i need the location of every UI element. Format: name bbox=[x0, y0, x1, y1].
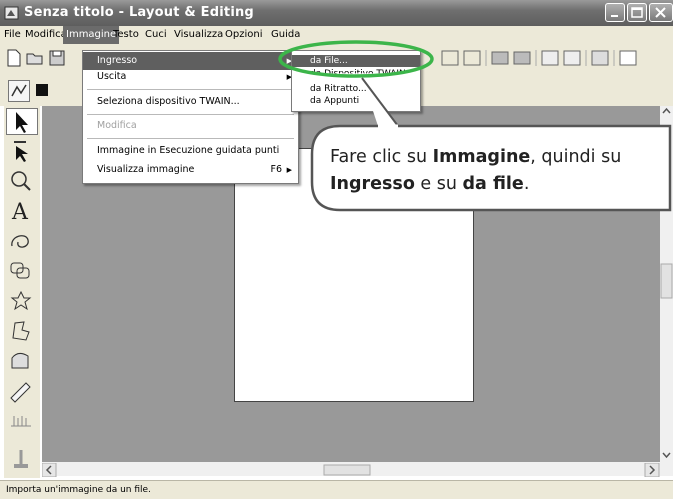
menu-cuci[interactable]: Cuci bbox=[142, 26, 170, 44]
maximize-icon bbox=[631, 7, 643, 18]
tool-palette: A bbox=[4, 106, 40, 478]
menu-separator bbox=[87, 114, 294, 115]
shape-tool[interactable] bbox=[6, 258, 38, 285]
point-edit-tool[interactable] bbox=[6, 138, 38, 165]
select-arrow-icon bbox=[16, 112, 28, 133]
stitch-icon bbox=[11, 416, 31, 427]
zoom-icon bbox=[11, 171, 31, 191]
close-icon bbox=[655, 7, 666, 18]
open-button[interactable] bbox=[25, 48, 45, 68]
minimize-button[interactable] bbox=[605, 3, 625, 22]
line-icon bbox=[11, 84, 27, 97]
open-icon bbox=[26, 53, 43, 65]
text-tool[interactable]: A bbox=[6, 198, 38, 225]
maximize-button[interactable] bbox=[627, 3, 647, 22]
measure-tool[interactable] bbox=[6, 378, 38, 405]
minimize-icon bbox=[611, 15, 618, 17]
shape-icon bbox=[10, 262, 30, 279]
line-type-button[interactable] bbox=[8, 80, 30, 102]
manual-punch-tool[interactable] bbox=[6, 348, 38, 375]
menu-separator bbox=[87, 89, 294, 90]
color-button[interactable] bbox=[32, 80, 52, 100]
zoom-tool[interactable] bbox=[6, 168, 38, 195]
outline-tool[interactable] bbox=[6, 318, 38, 345]
ruler-icon bbox=[10, 382, 31, 403]
text-icon: A bbox=[11, 200, 29, 225]
menu-testo[interactable]: Testo bbox=[110, 26, 142, 44]
stitch-tool[interactable] bbox=[6, 408, 38, 435]
save-button[interactable] bbox=[47, 48, 67, 68]
menu-separator bbox=[87, 138, 294, 139]
app-icon bbox=[4, 5, 20, 21]
select-tool[interactable] bbox=[6, 108, 38, 135]
menu-item-visualizza-immagine[interactable]: Visualizza immagine F6 ▶ bbox=[83, 161, 298, 179]
callout-pointer bbox=[361, 77, 400, 127]
highlight-ring bbox=[278, 40, 434, 78]
freehand-icon bbox=[11, 235, 29, 248]
menu-opzioni[interactable]: Opzioni bbox=[222, 26, 265, 44]
menu-file[interactable]: File bbox=[1, 26, 24, 44]
menu-visualizza[interactable]: Visualizza bbox=[171, 26, 226, 44]
close-button[interactable] bbox=[649, 3, 673, 22]
pin-tool[interactable] bbox=[6, 446, 38, 473]
callout-text: Fare clic su Immagine, quindi su Ingress… bbox=[330, 147, 622, 194]
menu-item-esecuzione-guidata[interactable]: Immagine in Esecuzione guidata punti bbox=[83, 142, 298, 160]
save-icon bbox=[49, 50, 65, 66]
window-title: Senza titolo - Layout & Editing bbox=[24, 5, 254, 20]
stamp-tool[interactable] bbox=[6, 288, 38, 315]
status-bar: Importa un'immagine da un file. bbox=[0, 480, 673, 499]
stamp-icon bbox=[10, 290, 32, 311]
new-doc-icon bbox=[7, 49, 21, 67]
new-doc-button[interactable] bbox=[4, 48, 24, 68]
menu-item-modifica[interactable]: Modifica bbox=[83, 117, 298, 135]
freehand-tool[interactable] bbox=[6, 228, 38, 255]
horizontal-scrollbar[interactable] bbox=[41, 462, 673, 478]
pin-icon bbox=[14, 450, 28, 468]
menu-item-uscita[interactable]: Uscita ▶ bbox=[83, 68, 298, 86]
immagine-menu: Ingresso ▶ Uscita ▶ Seleziona dispositiv… bbox=[82, 50, 299, 184]
point-edit-icon bbox=[14, 141, 28, 162]
outline-icon bbox=[12, 321, 30, 341]
color-icon bbox=[36, 84, 48, 96]
manual-punch-icon bbox=[11, 352, 29, 369]
svg-text:A: A bbox=[11, 200, 29, 223]
menu-item-seleziona-twain[interactable]: Seleziona dispositivo TWAIN... bbox=[83, 93, 298, 111]
